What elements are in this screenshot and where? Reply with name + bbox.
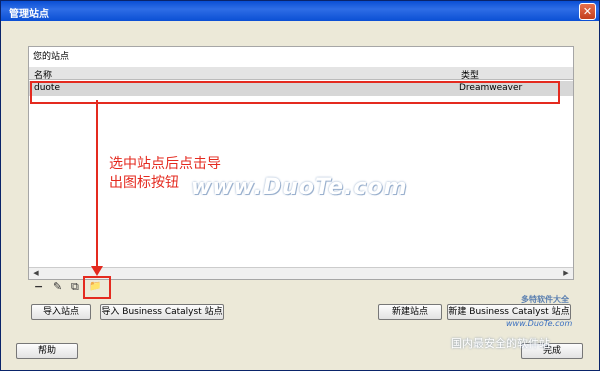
window-title: 管理站点 xyxy=(9,9,49,20)
title-bar: 管理站点 ✕ xyxy=(1,1,599,21)
column-name-header[interactable]: 名称 xyxy=(34,68,52,81)
column-type-header[interactable]: 类型 xyxy=(461,68,479,81)
edit-site-icon[interactable]: ✎ xyxy=(53,281,62,292)
delete-site-icon[interactable]: − xyxy=(34,281,43,292)
watermark-slogan: 国内最安全的软件站 xyxy=(451,337,550,350)
help-button[interactable]: 帮助 xyxy=(16,343,78,359)
watermark-small-url: www.DuoTe.com xyxy=(506,319,573,328)
list-header: 名称 类型 xyxy=(29,67,573,81)
import-site-button[interactable]: 导入站点 xyxy=(31,304,91,320)
group-label: 您的站点 xyxy=(33,52,70,62)
watermark: www.DuoTe.com xyxy=(191,175,408,200)
annotation-arrow-line xyxy=(96,100,98,268)
import-bc-site-button[interactable]: 导入 Business Catalyst 站点 xyxy=(100,304,224,320)
export-highlight-box xyxy=(83,276,111,299)
close-icon: ✕ xyxy=(582,5,593,18)
row-highlight-box xyxy=(30,81,560,104)
new-site-button[interactable]: 新建站点 xyxy=(378,304,442,320)
manage-sites-dialog: 管理站点 ✕ 您的站点 名称 类型 duote Dreamweaver ◀ ▶ … xyxy=(0,0,600,371)
annotation-line-1: 选中站点后点击导 xyxy=(109,156,221,172)
close-button[interactable]: ✕ xyxy=(579,3,596,20)
scroll-right-icon[interactable]: ▶ xyxy=(561,269,571,278)
watermark-brand: 多特软件大全 xyxy=(521,295,569,304)
duplicate-site-icon[interactable]: ⧉ xyxy=(71,281,79,292)
scroll-left-icon[interactable]: ◀ xyxy=(31,269,41,278)
new-bc-site-button[interactable]: 新建 Business Catalyst 站点 xyxy=(447,304,571,320)
annotation-arrow-head xyxy=(91,266,103,276)
